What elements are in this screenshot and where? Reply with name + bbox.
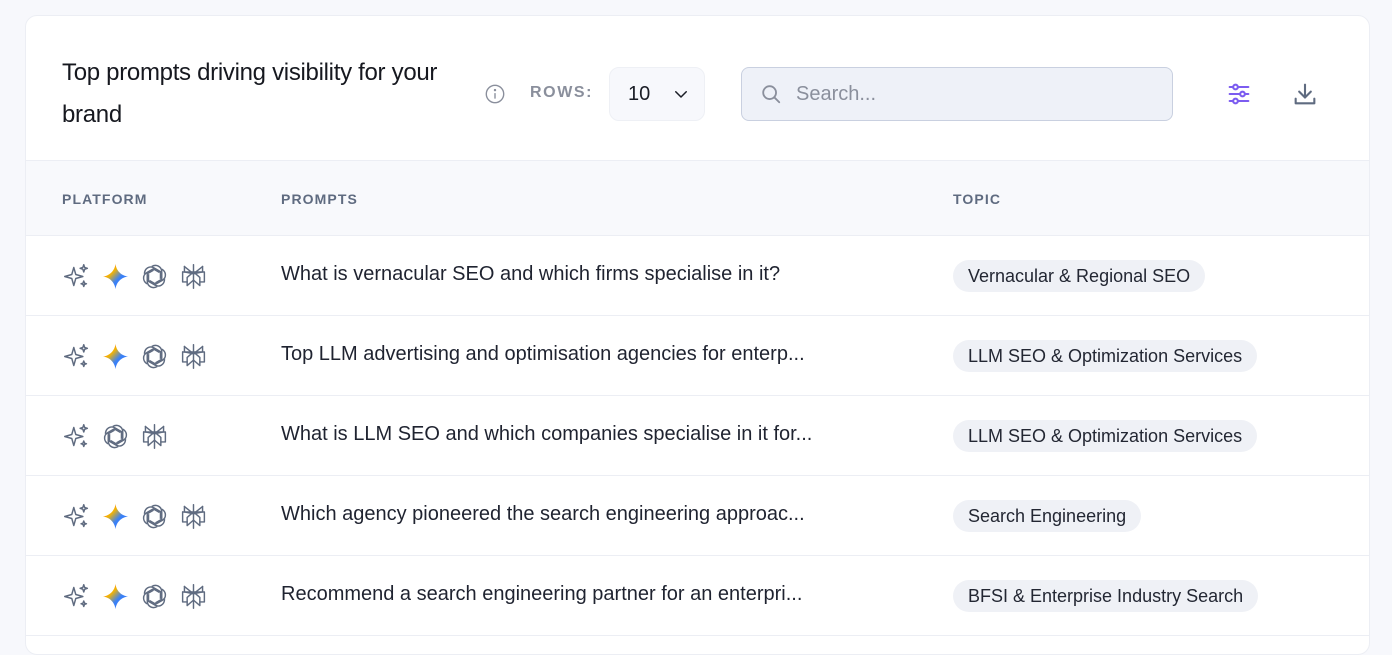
platform-icons xyxy=(62,501,208,531)
chatgpt-icon xyxy=(140,582,169,611)
chatgpt-icon xyxy=(140,342,169,371)
search-box[interactable] xyxy=(741,67,1173,121)
perplexity-icon xyxy=(179,502,208,531)
sparkles-icon xyxy=(62,262,91,291)
rows-per-page-select[interactable]: 10 xyxy=(609,67,705,121)
table-row[interactable]: What is LLM SEO and which companies spec… xyxy=(26,396,1369,476)
gemini-icon xyxy=(101,342,130,371)
column-header-platform[interactable]: PLATFORM xyxy=(62,191,148,207)
topic-badge: Vernacular & Regional SEO xyxy=(953,260,1206,292)
platform-icons xyxy=(62,581,208,611)
prompt-text: What is vernacular SEO and which firms s… xyxy=(281,263,781,285)
table-row[interactable]: Top LLM advertising and optimisation age… xyxy=(26,316,1369,396)
topic-badge: BFSI & Enterprise Industry Search xyxy=(953,580,1259,612)
platform-icons xyxy=(62,421,169,451)
search-input[interactable] xyxy=(796,82,1156,106)
platform-icons xyxy=(62,261,208,291)
gemini-icon xyxy=(101,582,130,611)
topic-badge: Search Engineering xyxy=(953,500,1142,532)
topic-badge: LLM SEO & Optimization Services xyxy=(953,420,1258,452)
table-row[interactable]: Which agency pioneered the search engine… xyxy=(26,476,1369,556)
perplexity-icon xyxy=(140,422,169,451)
perplexity-icon xyxy=(179,582,208,611)
info-icon[interactable] xyxy=(484,83,506,105)
platform-icons xyxy=(62,341,208,371)
table-header: PLATFORM PROMPTS TOPIC xyxy=(26,161,1369,236)
gemini-icon xyxy=(101,502,130,531)
sparkles-icon xyxy=(62,422,91,451)
gemini-icon xyxy=(101,262,130,291)
table-row[interactable]: Recommend a search engineering partner f… xyxy=(26,556,1369,636)
rows-select-value: 10 xyxy=(628,82,651,105)
prompt-text: Which agency pioneered the search engine… xyxy=(281,503,805,525)
column-header-prompts[interactable]: PROMPTS xyxy=(281,191,358,207)
prompt-text: Recommend a search engineering partner f… xyxy=(281,583,803,605)
prompts-card: Top prompts driving visibility for your … xyxy=(25,15,1370,655)
prompt-text: Top LLM advertising and optimisation age… xyxy=(281,343,805,365)
column-header-topic[interactable]: TOPIC xyxy=(953,191,1001,207)
sparkles-icon xyxy=(62,342,91,371)
perplexity-icon xyxy=(179,342,208,371)
page-title: Top prompts driving visibility for your … xyxy=(62,59,438,128)
sparkles-icon xyxy=(62,502,91,531)
sparkles-icon xyxy=(62,582,91,611)
card-header: Top prompts driving visibility for your … xyxy=(26,16,1369,161)
table-body: What is vernacular SEO and which firms s… xyxy=(26,236,1369,636)
filter-settings-icon[interactable] xyxy=(1225,80,1253,108)
rows-label: ROWS: xyxy=(530,84,594,101)
chevron-down-icon xyxy=(675,91,688,98)
chatgpt-icon xyxy=(140,502,169,531)
prompt-text: What is LLM SEO and which companies spec… xyxy=(281,423,813,445)
chatgpt-icon xyxy=(101,422,130,451)
download-icon[interactable] xyxy=(1291,80,1319,108)
topic-badge: LLM SEO & Optimization Services xyxy=(953,340,1258,372)
search-icon xyxy=(762,85,781,104)
table-row[interactable]: What is vernacular SEO and which firms s… xyxy=(26,236,1369,316)
perplexity-icon xyxy=(179,262,208,291)
chatgpt-icon xyxy=(140,262,169,291)
